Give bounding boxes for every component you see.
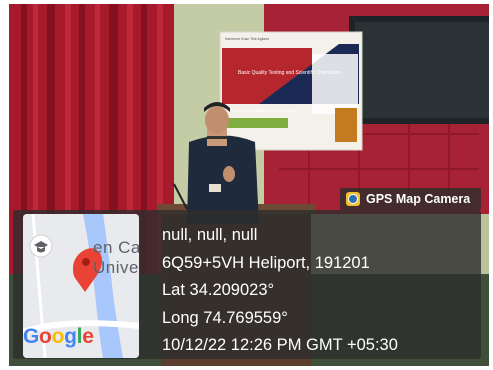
longitude-text: Long 74.769559°: [162, 308, 288, 327]
latitude-text: Lat 34.209023°: [162, 281, 275, 300]
banner-small-text: Karbonne Koan Tele Agiland: [225, 37, 269, 41]
banner-title: Basic Quality Testing and Scientific Ori…: [238, 70, 342, 76]
google-logo: Google: [23, 325, 94, 348]
address-line2: 6Q59+5VH Heliport, 191201: [162, 253, 370, 272]
gps-map-camera-icon: [346, 192, 360, 206]
map-thumbnail: en Ca University Google: [23, 214, 139, 358]
gps-map-camera-badge: GPS Map Camera: [340, 188, 481, 210]
map-label-line2: University: [93, 258, 139, 277]
timestamp-text: 10/12/22 12:26 PM GMT +05:30: [162, 336, 398, 355]
map-label-line1: en Ca: [93, 238, 139, 257]
location-info: null, null, null 6Q59+5VH Heliport, 1912…: [162, 222, 398, 360]
badge-label: GPS Map Camera: [366, 192, 471, 206]
address-line1: null, null, null: [162, 226, 258, 244]
banner-footer: Govt. Degree College Ganderbal, Kashmir: [231, 109, 298, 113]
